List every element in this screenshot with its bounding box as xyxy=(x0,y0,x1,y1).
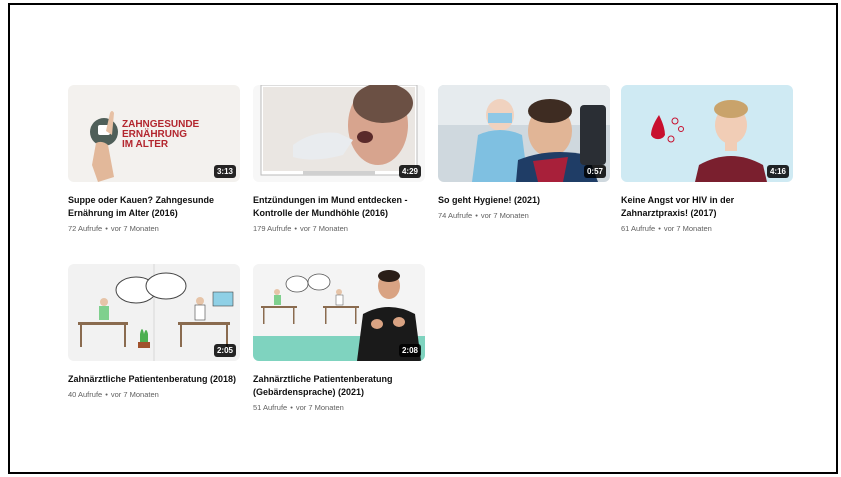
video-meta: 61 Aufrufe • vor 7 Monaten xyxy=(621,224,793,234)
video-card[interactable]: 4:16 Keine Angst vor HIV in der Zahnarzt… xyxy=(621,85,793,234)
video-meta: 51 Aufrufe • vor 7 Monaten xyxy=(253,403,425,413)
upload-age: vor 7 Monaten xyxy=(300,224,348,233)
meta-separator: • xyxy=(658,224,661,233)
duration-badge: 4:16 xyxy=(766,165,789,178)
meta-separator: • xyxy=(294,224,298,233)
video-title[interactable]: Zahnärztliche Patientenberatung (2018) xyxy=(68,373,240,386)
meta-separator: • xyxy=(290,403,293,412)
duration-badge: 4:29 xyxy=(398,165,421,178)
duration-badge: 3:13 xyxy=(213,165,236,178)
view-count: 74 Aufrufe xyxy=(438,211,473,220)
browser-frame: ZAHNGESUNDE ERNÄHRUNG IM ALTER 3:13 Supp… xyxy=(8,3,838,474)
video-meta: 72 Aufrufe • vor 7 Monaten xyxy=(68,224,240,234)
duration-badge: 2:08 xyxy=(398,344,421,357)
video-thumbnail[interactable]: 4:29 xyxy=(253,85,425,182)
video-title[interactable]: Keine Angst vor HIV in der Zahnarztpraxi… xyxy=(621,194,793,220)
video-thumbnail[interactable]: 4:16 xyxy=(621,85,793,182)
video-meta: 74 Aufrufe • vor 7 Monaten xyxy=(438,211,610,221)
video-title[interactable]: Entzündungen im Mund entdecken - Kontrol… xyxy=(253,194,425,220)
video-thumbnail[interactable]: 2:05 xyxy=(68,264,240,361)
upload-age: vor 7 Monaten xyxy=(663,224,712,233)
view-count: 72 Aufrufe xyxy=(68,224,103,233)
thumb-text-line3: IM ALTER xyxy=(122,139,169,150)
upload-age: vor 7 Monaten xyxy=(110,390,159,399)
meta-separator: • xyxy=(105,224,108,233)
video-thumbnail[interactable]: 2:08 xyxy=(253,264,425,361)
video-card[interactable]: 4:29 Entzündungen im Mund entdecken - Ko… xyxy=(253,85,425,234)
video-card[interactable]: 2:08 Zahnärztliche Patientenberatung (Ge… xyxy=(253,264,425,413)
view-count: 40 Aufrufe xyxy=(68,390,103,399)
duration-badge: 2:05 xyxy=(213,344,236,357)
meta-separator: • xyxy=(105,390,108,399)
video-meta: 179 Aufrufe • vor 7 Monaten xyxy=(253,224,425,234)
video-thumbnail[interactable]: ZAHNGESUNDE ERNÄHRUNG IM ALTER 3:13 xyxy=(68,85,240,182)
video-card[interactable]: 0:57 So geht Hygiene! (2021) 74 Aufrufe •… xyxy=(438,85,610,221)
video-card[interactable]: ZAHNGESUNDE ERNÄHRUNG IM ALTER 3:13 Supp… xyxy=(68,85,240,234)
upload-age: vor 7 Monaten xyxy=(110,224,159,233)
video-title[interactable]: Zahnärztliche Patientenberatung (Gebärde… xyxy=(253,373,425,399)
upload-age: vor 7 Monaten xyxy=(295,403,344,412)
view-count: 179 Aufrufe xyxy=(253,224,292,233)
video-title[interactable]: Suppe oder Kauen? Zahngesunde Ernährung … xyxy=(68,194,240,220)
duration-badge: 0:57 xyxy=(583,165,606,178)
video-meta: 40 Aufrufe • vor 7 Monaten xyxy=(68,390,240,400)
video-thumbnail[interactable]: 0:57 xyxy=(438,85,610,182)
view-count: 51 Aufrufe xyxy=(253,403,288,412)
meta-separator: • xyxy=(475,211,478,220)
upload-age: vor 7 Monaten xyxy=(480,211,529,220)
video-card[interactable]: 2:05 Zahnärztliche Patientenberatung (20… xyxy=(68,264,240,400)
video-title[interactable]: So geht Hygiene! (2021) xyxy=(438,194,610,207)
view-count: 61 Aufrufe xyxy=(621,224,656,233)
